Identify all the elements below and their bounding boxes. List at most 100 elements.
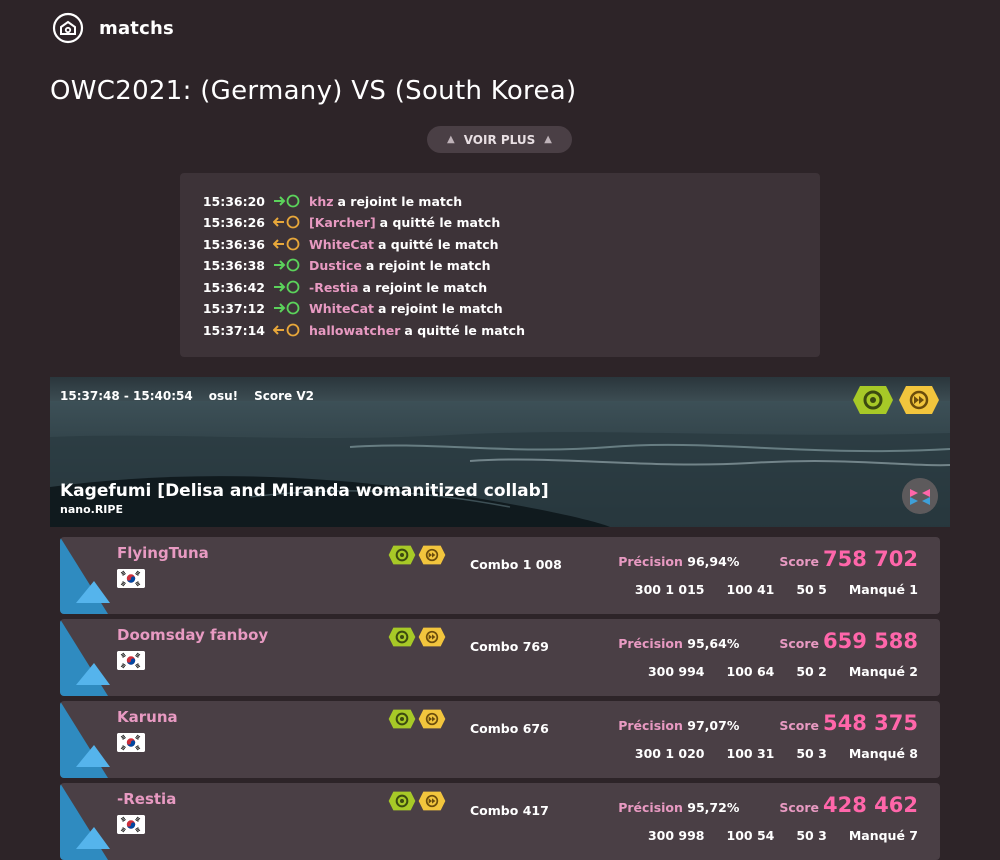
event-row: 15:37:12 WhiteCat a rejoint le match	[180, 298, 503, 318]
count-300: 300 994	[647, 664, 705, 679]
accuracy-label: Précision	[618, 718, 683, 733]
score-value: 659 588	[823, 629, 918, 653]
game-mode: osu!	[208, 389, 239, 403]
score-summary: Précision 96,94% Score 758 702	[618, 547, 918, 571]
player-name[interactable]: Karuna	[117, 708, 178, 726]
player-name[interactable]: Doomsday fanboy	[117, 626, 268, 644]
event-username[interactable]: khz	[309, 194, 334, 209]
combo-stat: Combo 769	[470, 639, 549, 654]
team-vs-icon	[902, 478, 938, 514]
multiplayer-icon[interactable]	[52, 12, 84, 44]
show-more-button[interactable]: ▲ VOIR PLUS ▲	[427, 126, 572, 153]
score-label: Score	[779, 636, 820, 651]
score-value: 428 462	[823, 793, 918, 817]
count-300: 300 1 015	[634, 582, 705, 597]
event-time: 15:36:36	[202, 236, 265, 252]
score-row: Karuna Combo 676 Précision 97,07% Score …	[60, 701, 940, 778]
count-100: 100 64	[726, 664, 775, 679]
event-username[interactable]: [Karcher]	[309, 215, 376, 230]
accuracy-value: 95,64%	[687, 636, 740, 651]
section-title: matchs	[99, 17, 174, 39]
player-mods	[388, 627, 446, 647]
count-100: 100 41	[726, 582, 775, 597]
count-miss: Manqué 7	[848, 828, 918, 843]
count-300: 300 1 020	[634, 746, 705, 761]
player-name[interactable]: -Restia	[117, 790, 176, 808]
double-time-icon	[418, 791, 446, 811]
double-time-icon	[418, 709, 446, 729]
event-time: 15:36:20	[202, 193, 265, 209]
game-time-range: 15:37:48 - 15:40:54	[60, 389, 193, 403]
player-joined-icon	[274, 280, 300, 294]
count-50: 50 5	[796, 582, 827, 597]
event-text: a quitté le match	[379, 214, 501, 230]
player-mods	[388, 709, 446, 729]
event-username[interactable]: WhiteCat	[309, 237, 374, 252]
show-more-label: VOIR PLUS	[463, 132, 536, 147]
count-100: 100 54	[726, 828, 775, 843]
score-row: FlyingTuna Combo 1 008 Précision 96,94% …	[60, 537, 940, 614]
flag-south-korea-icon	[117, 815, 145, 834]
no-fail-icon	[388, 627, 416, 647]
accuracy-value: 96,94%	[687, 554, 740, 569]
combo-value: 676	[522, 721, 549, 736]
double-time-icon	[418, 545, 446, 565]
double-time-icon	[418, 627, 446, 647]
player-joined-icon	[274, 301, 300, 315]
hit-counts: 300 994 100 64 50 2 Manqué 2	[648, 664, 918, 679]
game-meta: 15:37:48 - 15:40:54 osu! Score V2	[60, 389, 314, 403]
event-username[interactable]: WhiteCat	[309, 301, 374, 316]
count-50: 50 3	[796, 828, 827, 843]
combo-stat: Combo 676	[470, 721, 549, 736]
player-left-icon	[273, 215, 300, 229]
count-miss: Manqué 2	[848, 664, 918, 679]
event-username[interactable]: Dustice	[309, 258, 362, 273]
count-50: 50 2	[796, 664, 827, 679]
beatmap-mapper[interactable]: nano.RIPE	[60, 503, 123, 516]
score-label: Score	[779, 554, 820, 569]
count-100: 100 31	[726, 746, 775, 761]
event-row: 15:36:36 WhiteCat a quitté le match	[180, 234, 499, 254]
match-title: OWC2021: (Germany) VS (South Korea)	[50, 76, 577, 106]
no-fail-icon	[388, 709, 416, 729]
score-summary: Précision 95,72% Score 428 462	[618, 793, 918, 817]
hit-counts: 300 1 015 100 41 50 5 Manqué 1	[635, 582, 918, 597]
flag-south-korea-icon	[117, 733, 145, 752]
count-300: 300 998	[647, 828, 705, 843]
chevron-up-icon: ▲	[544, 134, 552, 145]
score-row: -Restia Combo 417 Précision 95,72% Score…	[60, 783, 940, 860]
team-blue-marker	[60, 537, 110, 614]
score-value: 758 702	[823, 547, 918, 571]
team-blue-marker	[60, 783, 110, 860]
combo-label: Combo	[470, 803, 519, 818]
event-time: 15:36:38	[202, 257, 265, 273]
player-mods	[388, 791, 446, 811]
team-blue-marker	[60, 701, 110, 778]
player-left-icon	[273, 237, 300, 251]
no-fail-icon	[388, 791, 416, 811]
chevron-up-icon: ▲	[447, 134, 455, 145]
combo-stat: Combo 1 008	[470, 557, 562, 572]
scoring-type: Score V2	[254, 389, 315, 403]
game-header[interactable]: 15:37:48 - 15:40:54 osu! Score V2 Kagefu…	[50, 377, 950, 527]
event-time: 15:37:12	[202, 300, 265, 316]
accuracy-value: 95,72%	[687, 800, 740, 815]
event-text: a rejoint le match	[365, 257, 491, 273]
event-time: 15:37:14	[202, 322, 265, 338]
event-row: 15:36:42 -Restia a rejoint le match	[180, 277, 487, 297]
event-text: a rejoint le match	[337, 193, 463, 209]
event-text: a rejoint le match	[362, 279, 488, 295]
event-username[interactable]: -Restia	[309, 280, 358, 295]
no-fail-icon	[853, 386, 893, 414]
player-name[interactable]: FlyingTuna	[117, 544, 209, 562]
player-left-icon	[273, 323, 300, 337]
beatmap-title[interactable]: Kagefumi [Delisa and Miranda womanitized…	[60, 481, 549, 501]
flag-south-korea-icon	[117, 651, 145, 670]
event-username[interactable]: hallowatcher	[309, 323, 400, 338]
double-time-icon	[899, 386, 939, 414]
flag-south-korea-icon	[117, 569, 145, 588]
score-value: 548 375	[823, 711, 918, 735]
accuracy-label: Précision	[618, 800, 683, 815]
score-label: Score	[779, 718, 820, 733]
event-row: 15:36:20 khz a rejoint le match	[180, 191, 462, 211]
